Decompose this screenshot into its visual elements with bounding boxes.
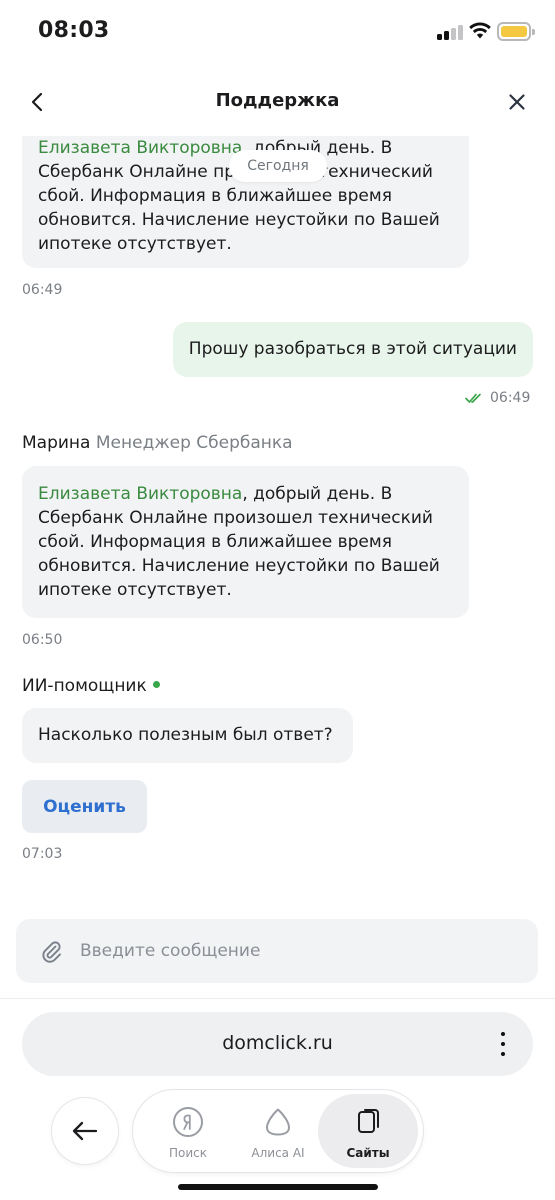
chat-header: Поддержка [0, 66, 555, 136]
nav-item-sites[interactable]: Сайты [318, 1094, 418, 1168]
message-time: 06:49 [22, 282, 63, 298]
nav-label: Алиса AI [251, 1146, 305, 1160]
message-composer [16, 919, 538, 983]
sender-name: ИИ-помощник [22, 676, 147, 696]
yandex-icon [173, 1107, 203, 1137]
alice-icon [266, 1108, 290, 1136]
message-bubble: Насколько полезным был ответ? [22, 708, 353, 763]
cellular-signal-icon [437, 24, 463, 40]
arrow-left-icon [72, 1121, 98, 1141]
status-time: 08:03 [38, 18, 110, 43]
nav-label: Поиск [168, 1146, 207, 1160]
more-menu-icon[interactable] [499, 1030, 507, 1058]
divider [0, 998, 555, 999]
message-bubble: Елизавета Викторовна, добрый день. В Сбе… [22, 466, 469, 618]
home-indicator [178, 1184, 378, 1190]
sender-name: Марина [22, 433, 91, 453]
battery-icon [497, 22, 535, 41]
nav-item-search[interactable]: Поиск [142, 1094, 234, 1168]
online-status-dot [152, 680, 160, 688]
browser-url-bar[interactable]: domclick.ru [22, 1012, 533, 1076]
rate-answer-button[interactable]: Оценить [22, 780, 147, 833]
message-text: Прошу разобраться в этой ситуации [188, 339, 517, 359]
sender-role: Менеджер Сбербанка [95, 433, 293, 453]
date-separator: Сегодня [229, 150, 327, 182]
page-title: Поддержка [215, 90, 340, 111]
paperclip-icon[interactable] [38, 938, 64, 964]
message-time: 06:49 [490, 390, 531, 406]
browser-back-button[interactable] [52, 1098, 118, 1164]
sender-label: Марина Менеджер Сбербанка [22, 433, 293, 453]
message-text: Насколько полезным был ответ? [38, 725, 333, 745]
url-text: domclick.ru [222, 1032, 333, 1054]
close-icon[interactable] [503, 88, 531, 116]
chat-messages[interactable]: Елизавета Викторовна, добрый день. В Сбе… [0, 136, 555, 916]
outgoing-message-bubble: Прошу разобраться в этой ситуации [172, 322, 533, 377]
nav-label: Сайты [346, 1146, 390, 1160]
nav-item-alice[interactable]: Алиса AI [232, 1094, 324, 1168]
browser-bottom-nav: Поиск Алиса AI Сайты [133, 1090, 423, 1172]
status-bar: 08:03 [0, 0, 555, 66]
read-double-check-icon [465, 393, 481, 403]
message-time: 06:50 [22, 632, 63, 648]
addressee-name: Елизавета Викторовна [38, 138, 243, 158]
message-time: 07:03 [22, 846, 63, 862]
wifi-icon [469, 22, 491, 39]
sender-label: ИИ-помощник [22, 676, 160, 696]
addressee-name: Елизавета Викторовна [38, 484, 243, 504]
message-input[interactable] [80, 931, 520, 971]
sites-icon [358, 1109, 379, 1133]
